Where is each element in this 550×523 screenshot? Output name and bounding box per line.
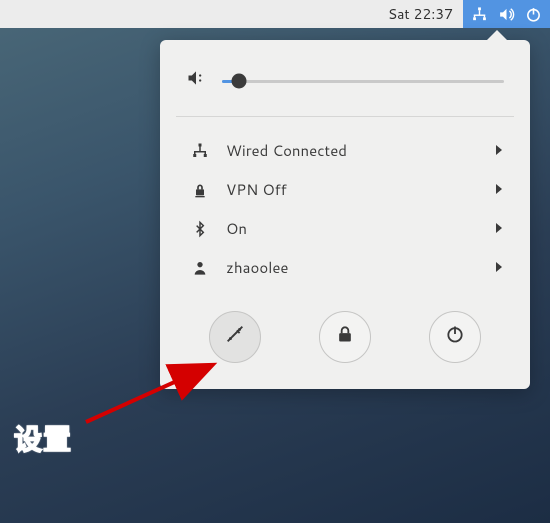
network-wired-icon — [471, 6, 488, 23]
settings-icon — [224, 323, 246, 351]
menu-item-bluetooth[interactable]: On — [180, 209, 510, 248]
vpn-icon — [186, 181, 214, 199]
top-bar: Sat 22:37 — [0, 0, 550, 28]
power-icon — [445, 324, 465, 350]
menu-item-label: On — [226, 218, 494, 239]
system-tray[interactable] — [463, 0, 550, 28]
menu-list: Wired Connected VPN Off On zhaoolee — [180, 131, 510, 287]
slider-track — [222, 80, 504, 83]
lock-icon — [335, 324, 355, 350]
volume-icon — [498, 6, 515, 23]
slider-thumb[interactable] — [231, 74, 246, 89]
user-icon — [186, 259, 214, 277]
action-row — [180, 311, 510, 363]
annotation-arrow — [82, 356, 227, 426]
menu-item-user[interactable]: zhaoolee — [180, 248, 510, 287]
chevron-right-icon — [494, 140, 504, 161]
volume-low-icon — [186, 68, 206, 94]
power-icon — [525, 6, 542, 23]
menu-item-label: zhaoolee — [226, 257, 494, 278]
power-button[interactable] — [429, 311, 481, 363]
chevron-right-icon — [494, 257, 504, 278]
volume-row — [180, 64, 510, 94]
menu-item-vpn[interactable]: VPN Off — [180, 170, 510, 209]
chevron-right-icon — [494, 218, 504, 239]
network-wired-icon — [186, 142, 214, 160]
chevron-right-icon — [494, 179, 504, 200]
volume-slider[interactable] — [222, 71, 504, 91]
system-menu-panel: Wired Connected VPN Off On zhaoolee — [160, 40, 530, 389]
divider — [176, 116, 514, 117]
menu-item-label: Wired Connected — [226, 140, 494, 161]
bluetooth-icon — [186, 220, 214, 238]
menu-item-network-wired[interactable]: Wired Connected — [180, 131, 510, 170]
menu-item-label: VPN Off — [226, 179, 494, 200]
annotation-label: 设置 — [14, 418, 72, 459]
clock: Sat 22:37 — [388, 4, 463, 24]
lock-button[interactable] — [319, 311, 371, 363]
